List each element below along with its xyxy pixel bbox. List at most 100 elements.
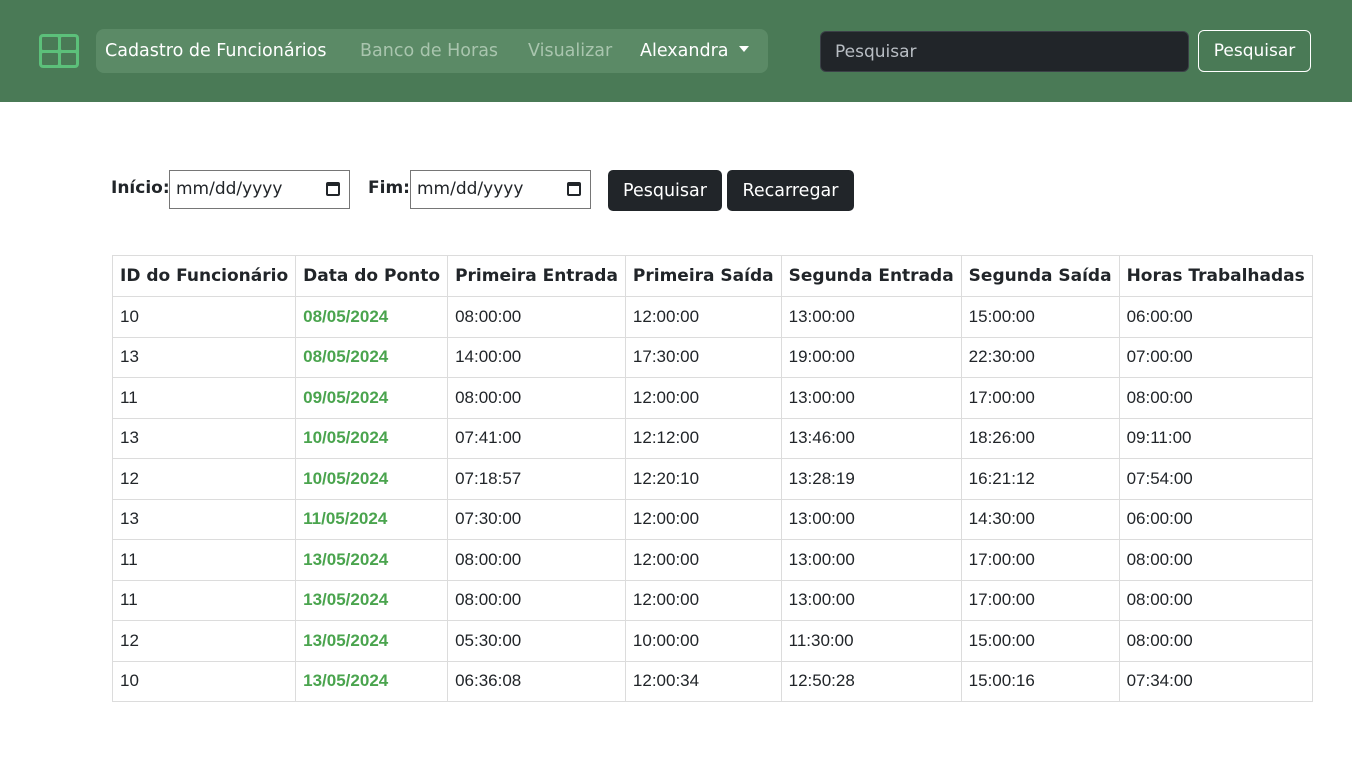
cell-first-out: 12:00:00 xyxy=(624,498,782,540)
cell-second-in: 13:00:00 xyxy=(780,539,962,581)
cell-hours-worked: 08:00:00 xyxy=(1118,377,1313,419)
table-grid-icon[interactable] xyxy=(39,34,79,68)
navbar: Cadastro de Funcionários Banco de Horas … xyxy=(0,0,1352,102)
user-name: Alexandra xyxy=(640,41,729,61)
cell-second-out: 15:00:16 xyxy=(960,660,1120,702)
cell-hours-worked: 08:00:00 xyxy=(1118,539,1313,581)
cell-first-out: 10:00:00 xyxy=(624,620,782,662)
cell-second-out: 17:00:00 xyxy=(960,579,1120,621)
cell-date: 11/05/2024 xyxy=(295,498,449,540)
chevron-down-icon xyxy=(738,46,749,52)
table-header-row: ID do Funcionário Data do Ponto Primeira… xyxy=(111,255,1313,297)
cell-employee-id: 10 xyxy=(111,296,297,338)
cell-first-in: 05:30:00 xyxy=(447,620,626,662)
header-second-out: Segunda Saída xyxy=(960,255,1120,297)
cell-second-in: 13:00:00 xyxy=(780,579,962,621)
cell-first-in: 07:30:00 xyxy=(447,498,626,540)
nav-brand-link[interactable]: Cadastro de Funcionários xyxy=(105,29,326,73)
cell-date: 10/05/2024 xyxy=(295,458,449,500)
cell-first-in: 14:00:00 xyxy=(447,336,626,378)
table-row: 12 10/05/2024 07:18:57 12:20:10 13:28:19 16:2… xyxy=(111,458,1313,500)
calendar-icon[interactable] xyxy=(326,182,340,196)
table-row: 13 10/05/2024 07:41:00 12:12:00 13:46:00 18:2… xyxy=(111,417,1313,459)
cell-first-out: 12:00:00 xyxy=(624,377,782,419)
cell-employee-id: 11 xyxy=(111,377,297,419)
header-first-in: Primeira Entrada xyxy=(447,255,626,297)
cell-second-out: 15:00:00 xyxy=(960,296,1120,338)
header-second-in: Segunda Entrada xyxy=(780,255,962,297)
cell-first-in: 08:00:00 xyxy=(447,377,626,419)
cell-hours-worked: 08:00:00 xyxy=(1118,620,1313,662)
cell-second-out: 15:00:00 xyxy=(960,620,1120,662)
nav-menu: Cadastro de Funcionários Banco de Horas … xyxy=(96,29,768,73)
search-button[interactable]: Pesquisar xyxy=(1198,30,1311,72)
user-dropdown[interactable]: Alexandra xyxy=(640,29,749,73)
cell-second-out: 14:30:00 xyxy=(960,498,1120,540)
search-input[interactable] xyxy=(820,31,1189,72)
reload-button[interactable]: Recarregar xyxy=(727,170,854,211)
nav-link-banco-de-horas[interactable]: Banco de Horas xyxy=(360,29,498,73)
cell-date: 13/05/2024 xyxy=(295,660,449,702)
cell-hours-worked: 07:00:00 xyxy=(1118,336,1313,378)
header-first-out: Primeira Saída xyxy=(624,255,782,297)
start-date-label: Início: xyxy=(111,178,170,198)
timesheet-table: ID do Funcionário Data do Ponto Primeira… xyxy=(111,255,1313,702)
cell-first-out: 12:00:00 xyxy=(624,579,782,621)
cell-second-out: 17:00:00 xyxy=(960,377,1120,419)
cell-employee-id: 12 xyxy=(111,458,297,500)
cell-second-in: 13:00:00 xyxy=(780,377,962,419)
cell-first-out: 12:20:10 xyxy=(624,458,782,500)
cell-employee-id: 11 xyxy=(111,579,297,621)
cell-employee-id: 11 xyxy=(111,539,297,581)
end-date-input[interactable]: mm/dd/yyyy xyxy=(410,170,591,209)
cell-first-in: 08:00:00 xyxy=(447,539,626,581)
table-row: 13 08/05/2024 14:00:00 17:30:00 19:00:00 22:3… xyxy=(111,336,1313,378)
cell-hours-worked: 06:00:00 xyxy=(1118,296,1313,338)
cell-first-out: 12:12:00 xyxy=(624,417,782,459)
cell-hours-worked: 07:34:00 xyxy=(1118,660,1313,702)
cell-date: 09/05/2024 xyxy=(295,377,449,419)
cell-second-out: 17:00:00 xyxy=(960,539,1120,581)
cell-employee-id: 12 xyxy=(111,620,297,662)
cell-first-in: 07:18:57 xyxy=(447,458,626,500)
cell-employee-id: 13 xyxy=(111,498,297,540)
cell-second-in: 13:28:19 xyxy=(780,458,962,500)
cell-hours-worked: 06:00:00 xyxy=(1118,498,1313,540)
cell-first-in: 08:00:00 xyxy=(447,296,626,338)
cell-second-in: 13:00:00 xyxy=(780,296,962,338)
cell-date: 13/05/2024 xyxy=(295,539,449,581)
table-row: 13 11/05/2024 07:30:00 12:00:00 13:00:00 14:3… xyxy=(111,498,1313,540)
end-date-label: Fim: xyxy=(368,178,410,198)
header-employee-id: ID do Funcionário xyxy=(111,255,297,297)
cell-second-in: 12:50:28 xyxy=(780,660,962,702)
start-date-input[interactable]: mm/dd/yyyy xyxy=(169,170,350,209)
cell-first-out: 12:00:00 xyxy=(624,296,782,338)
table-row: 11 13/05/2024 08:00:00 12:00:00 13:00:00 17:0… xyxy=(111,539,1313,581)
calendar-icon[interactable] xyxy=(567,182,581,196)
start-date-placeholder: mm/dd/yyyy xyxy=(176,179,283,199)
nav-link-visualizar[interactable]: Visualizar xyxy=(528,29,612,73)
cell-first-in: 07:41:00 xyxy=(447,417,626,459)
end-date-placeholder: mm/dd/yyyy xyxy=(417,179,524,199)
cell-date: 13/05/2024 xyxy=(295,620,449,662)
cell-hours-worked: 08:00:00 xyxy=(1118,579,1313,621)
cell-first-out: 12:00:34 xyxy=(624,660,782,702)
cell-date: 13/05/2024 xyxy=(295,579,449,621)
cell-employee-id: 13 xyxy=(111,336,297,378)
cell-date: 08/05/2024 xyxy=(295,296,449,338)
filter-search-button[interactable]: Pesquisar xyxy=(608,170,722,211)
cell-date: 08/05/2024 xyxy=(295,336,449,378)
cell-hours-worked: 07:54:00 xyxy=(1118,458,1313,500)
header-hours-worked: Horas Trabalhadas xyxy=(1118,255,1313,297)
cell-second-out: 22:30:00 xyxy=(960,336,1120,378)
cell-first-in: 06:36:08 xyxy=(447,660,626,702)
cell-first-out: 17:30:00 xyxy=(624,336,782,378)
table-row: 10 13/05/2024 06:36:08 12:00:34 12:50:28 15:0… xyxy=(111,660,1313,702)
cell-second-in: 19:00:00 xyxy=(780,336,962,378)
cell-first-out: 12:00:00 xyxy=(624,539,782,581)
header-date: Data do Ponto xyxy=(295,255,449,297)
table-row: 11 13/05/2024 08:00:00 12:00:00 13:00:00 17:0… xyxy=(111,579,1313,621)
cell-date: 10/05/2024 xyxy=(295,417,449,459)
table-row: 10 08/05/2024 08:00:00 12:00:00 13:00:00 15:0… xyxy=(111,296,1313,338)
table-row: 12 13/05/2024 05:30:00 10:00:00 11:30:00 15:0… xyxy=(111,620,1313,662)
